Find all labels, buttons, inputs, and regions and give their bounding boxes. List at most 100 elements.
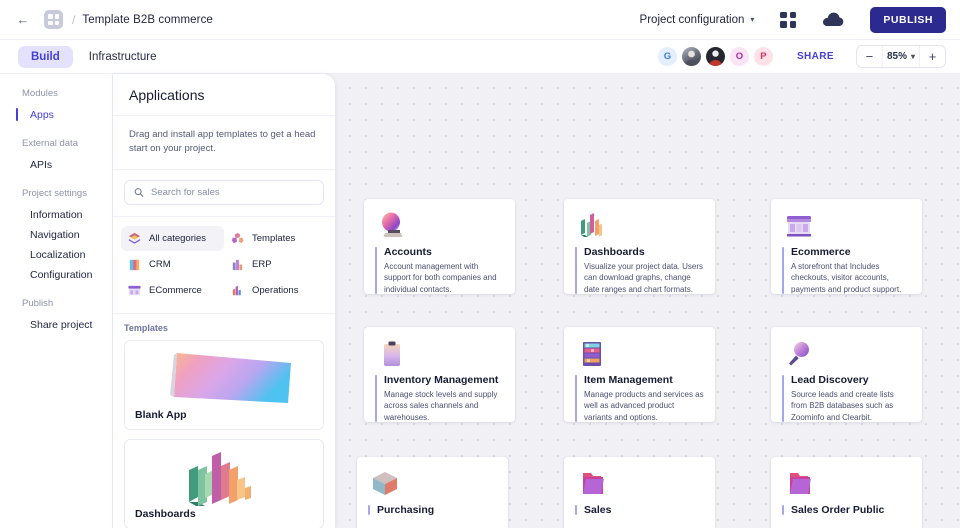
top-bar-right: Project configuration ▾ PUBLISH [640,6,946,33]
back-arrow-icon[interactable]: ← [12,9,34,31]
grid-badge-icon[interactable] [44,10,63,29]
category-crm[interactable]: CRM [121,252,224,277]
chevron-down-icon: ▾ [910,52,915,61]
app-card-title: Inventory Management [384,374,499,386]
zoom-control: − 85% ▾ + [855,45,946,68]
app-card[interactable]: Item Management Manage products and serv… [564,327,715,422]
folder-icon [782,467,816,501]
template-name: Blank App [135,408,187,421]
project-configuration-label: Project configuration [639,13,745,26]
tab-build[interactable]: Build [18,45,73,68]
category-templates[interactable]: Templates [224,226,327,251]
all-categories-icon [128,232,141,244]
sidebar-item-information[interactable]: Information [0,205,112,225]
avatar-initial: P [760,51,767,62]
sidebar-item-configuration[interactable]: Configuration [0,265,112,285]
category-label: CRM [149,258,171,270]
avatar-group: G O P [657,47,773,66]
magnifier-icon [782,337,816,371]
app-card[interactable]: Sales Order Public [771,457,922,528]
panel-search-row [113,170,335,217]
applications-panel-header: Applications [113,74,335,116]
app-card-title: Sales [584,504,612,516]
category-operations[interactable]: Operations [224,278,327,303]
tab-infrastructure[interactable]: Infrastructure [89,51,157,63]
category-erp[interactable]: ERP [224,252,327,277]
search-input[interactable] [150,186,314,198]
app-card-description: Account management with support for both… [384,262,497,294]
template-card[interactable]: Dashboards [124,438,324,528]
avatar[interactable]: O [729,47,749,66]
cloud-icon[interactable] [822,12,844,28]
sidebar-item-apis[interactable]: APIs [0,155,112,175]
storefront-icon [782,209,816,243]
bar-chart-3d-icon [135,446,313,508]
category-label: All categories [149,232,207,244]
app-card[interactable]: Lead Discovery Source leads and create l… [771,327,922,422]
app-card-body: Dashboards Visualize your project data. … [575,246,704,294]
sidebar-group-label: Publish [22,298,54,309]
sidebar-item-localization[interactable]: Localization [0,245,112,265]
app-card-title: Item Management [584,374,673,386]
sidebar-item-apps[interactable]: Apps [0,105,112,125]
accounts-icon [375,209,409,243]
sub-bar-right: G O P SHARE − 85% ▾ + [657,45,946,68]
search-box[interactable] [124,179,324,205]
templates-icon [231,232,244,243]
publish-button[interactable]: PUBLISH [870,6,946,33]
avatar[interactable] [681,47,701,66]
category-label: ERP [252,258,272,270]
sidebar-item-share-project[interactable]: Share project [0,315,112,335]
search-icon [134,187,144,197]
templates-section: Templates Blank App Dashboards [113,314,335,528]
avatar[interactable]: G [657,47,677,66]
category-label: Operations [252,284,299,296]
app-root: ← / Template B2B commerce Project config… [0,0,960,528]
share-button[interactable]: SHARE [789,46,842,67]
app-card-title: Sales Order Public [791,504,885,516]
panel-title: Applications [129,87,205,103]
zoom-in-button[interactable]: + [920,46,945,67]
category-all-categories[interactable]: All categories [121,225,224,251]
clipboard-icon [375,337,409,371]
top-bar: ← / Template B2B commerce Project config… [0,0,960,40]
apps-grid-icon[interactable] [780,11,797,28]
app-card-body: Purchasing [368,504,497,516]
sidebar-group-label: Modules [22,88,58,99]
app-card[interactable]: Ecommerce A storefront that Includes che… [771,199,922,294]
app-card-body: Ecommerce A storefront that Includes che… [782,246,911,294]
folder-icon [575,467,609,501]
app-card[interactable]: Sales [564,457,715,528]
app-card-body: Sales Order Public [782,504,911,516]
operations-icon [232,285,241,295]
category-label: ECommerce [149,284,202,296]
category-ecommerce[interactable]: ECommerce [121,278,224,303]
app-card-description: Visualize your project data. Users can d… [584,262,704,294]
app-card-body: Item Management Manage products and serv… [575,374,704,422]
app-card-description: Source leads and create lists from B2B d… [791,390,894,422]
sub-bar: Build Infrastructure G O P SHARE − 85% ▾ [0,40,960,74]
breadcrumb-title[interactable]: Template B2B commerce [82,14,213,26]
avatar-initial: G [663,51,672,62]
avatar[interactable]: P [753,47,773,66]
template-card[interactable]: Blank App [124,339,324,430]
zoom-level-value: 85% [886,51,907,62]
app-card-title: Accounts [384,246,432,258]
sidebar-item-navigation[interactable]: Navigation [0,225,112,245]
app-card[interactable]: Purchasing [357,457,508,528]
app-card-description: Manage products and services as well as … [584,390,704,422]
crm-icon [129,259,140,270]
app-card[interactable]: Accounts Account management with support… [364,199,515,294]
dashboards-icon [575,209,609,243]
template-name: Dashboards [135,507,196,520]
zoom-level-dropdown[interactable]: 85% ▾ [881,46,920,67]
zoom-out-button[interactable]: − [857,46,882,67]
app-card-title: Dashboards [584,246,645,258]
app-card[interactable]: Dashboards Visualize your project data. … [564,199,715,294]
app-card-title: Ecommerce [791,246,851,258]
gradient-sheet-icon [135,347,313,409]
avatar[interactable] [705,47,725,66]
sidebar: Modules Apps External data APIs Project … [0,74,113,528]
project-configuration-dropdown[interactable]: Project configuration ▾ [640,14,755,26]
app-card[interactable]: Inventory Management Manage stock levels… [364,327,515,422]
